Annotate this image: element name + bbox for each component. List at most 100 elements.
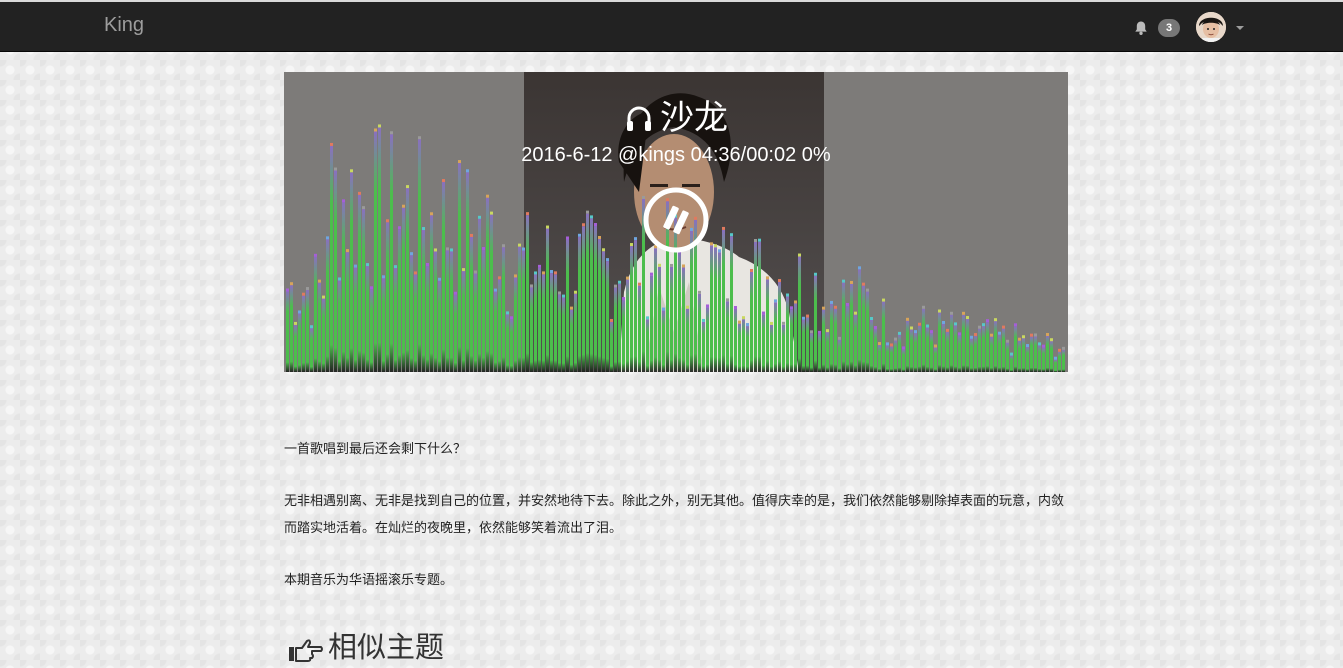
visualizer-cap xyxy=(874,325,877,329)
visualizer-bar xyxy=(622,300,625,372)
visualizer-bar xyxy=(1002,328,1005,372)
visualizer-cap xyxy=(634,237,637,241)
visualizer-cap xyxy=(938,309,941,313)
visualizer-bar xyxy=(662,310,665,372)
visualizer-cap xyxy=(906,317,909,321)
visualizer-bar xyxy=(302,295,305,372)
visualizer-cap xyxy=(682,264,685,268)
visualizer-bar xyxy=(842,282,845,372)
visualizer-bar xyxy=(578,236,581,372)
visualizer-cap xyxy=(510,316,513,320)
visualizer-bar xyxy=(930,333,933,372)
visualizer-cap xyxy=(430,212,433,216)
visualizer-bar xyxy=(702,321,705,372)
visualizer-bar xyxy=(322,298,325,372)
visualizer-bar xyxy=(334,170,337,372)
visualizer-cap xyxy=(902,346,905,350)
notification-badge[interactable]: 3 xyxy=(1158,19,1180,37)
visualizer-bar xyxy=(342,202,345,372)
visualizer-bar xyxy=(362,209,365,372)
visualizer-bar xyxy=(574,293,577,372)
related-heading-text: 相似主题 xyxy=(328,630,445,664)
visualizer-bar xyxy=(718,252,721,372)
visualizer-bar xyxy=(466,172,469,372)
visualizer-cap xyxy=(506,311,509,315)
visualizer-cap xyxy=(1030,333,1033,337)
visualizer-cap xyxy=(322,295,325,299)
visualizer-cap xyxy=(622,297,625,301)
visualizer-bar xyxy=(742,319,745,372)
visualizer-bar xyxy=(350,172,353,372)
visualizer-bar xyxy=(306,290,309,372)
visualizer-cap xyxy=(366,263,369,267)
visualizer-cap xyxy=(986,319,989,323)
visualizer-bar xyxy=(946,331,949,372)
visualizer-cap xyxy=(686,305,689,309)
visualizer-bar xyxy=(810,333,813,372)
visualizer-cap xyxy=(326,236,329,240)
visualizer-bar xyxy=(714,247,717,372)
caret-down-icon[interactable] xyxy=(1236,26,1244,30)
visualizer-bar xyxy=(518,246,521,372)
visualizer-cap xyxy=(926,324,929,328)
visualizer-bar xyxy=(686,308,689,372)
visualizer-cap xyxy=(318,279,321,283)
visualizer-cap xyxy=(490,211,493,215)
visualizer-bar xyxy=(486,197,489,372)
brand-link[interactable]: King xyxy=(104,14,144,37)
visualizer-cap xyxy=(1050,338,1053,342)
user-avatar[interactable] xyxy=(1196,12,1226,42)
visualizer-bar xyxy=(626,279,629,372)
visualizer-bar xyxy=(614,287,617,372)
visualizer-cap xyxy=(742,316,745,320)
visualizer-bar xyxy=(558,294,561,372)
visualizer-bar xyxy=(898,334,901,372)
visualizer-cap xyxy=(294,321,297,325)
visualizer-bar xyxy=(902,349,905,372)
visualizer-cap xyxy=(878,342,881,346)
visualizer-bar xyxy=(970,338,973,372)
visualizer-cap xyxy=(1034,333,1037,337)
visualizer-cap xyxy=(858,266,861,270)
bell-icon[interactable] xyxy=(1133,20,1149,36)
visualizer-cap xyxy=(422,227,425,231)
visualizer-bar xyxy=(370,289,373,372)
visualizer-cap xyxy=(590,215,593,219)
visualizer-bar xyxy=(838,339,841,372)
visualizer-cap xyxy=(414,271,417,275)
visualizer-bar xyxy=(998,334,1001,372)
visualizer-cap xyxy=(930,330,933,334)
visualizer-cap xyxy=(1058,348,1061,352)
visualizer-bar xyxy=(670,266,673,372)
visualizer-cap xyxy=(822,306,825,310)
visualizer-bar xyxy=(386,222,389,372)
visualizer-cap xyxy=(514,274,517,278)
visualizer-cap xyxy=(970,335,973,339)
visualizer-bar xyxy=(834,308,837,372)
visualizer-bar xyxy=(1058,351,1061,372)
visualizer-cap xyxy=(382,275,385,279)
track-title-text: 沙龙 xyxy=(660,98,728,138)
article-body: 一首歌唱到最后还会剩下什么？ 无非相遇别离、无非是找到自己的位置，并安然地待下去… xyxy=(284,436,1068,619)
visualizer-cap xyxy=(670,263,673,267)
pause-button[interactable] xyxy=(642,186,710,254)
visualizer-bar xyxy=(414,274,417,372)
visualizer-bar xyxy=(882,301,885,372)
hand-pointing-right-icon xyxy=(289,639,323,662)
visualizer-cap xyxy=(886,342,889,346)
visualizer-bar xyxy=(638,285,641,372)
visualizer-bar xyxy=(986,322,989,372)
visualizer-cap xyxy=(1018,337,1021,341)
visualizer-cap xyxy=(398,226,401,230)
visualizer-bar xyxy=(422,230,425,372)
visualizer-bar xyxy=(1062,349,1065,372)
visualizer-bar xyxy=(438,280,441,372)
visualizer-cap xyxy=(630,243,633,247)
visualizer-bar xyxy=(630,246,633,372)
visualizer-bar xyxy=(958,335,961,372)
visualizer-bar xyxy=(650,275,653,372)
visualizer-bar xyxy=(554,274,557,372)
visualizer-bar xyxy=(750,271,753,372)
visualizer-bar xyxy=(894,340,897,372)
visualizer-bar xyxy=(398,229,401,372)
